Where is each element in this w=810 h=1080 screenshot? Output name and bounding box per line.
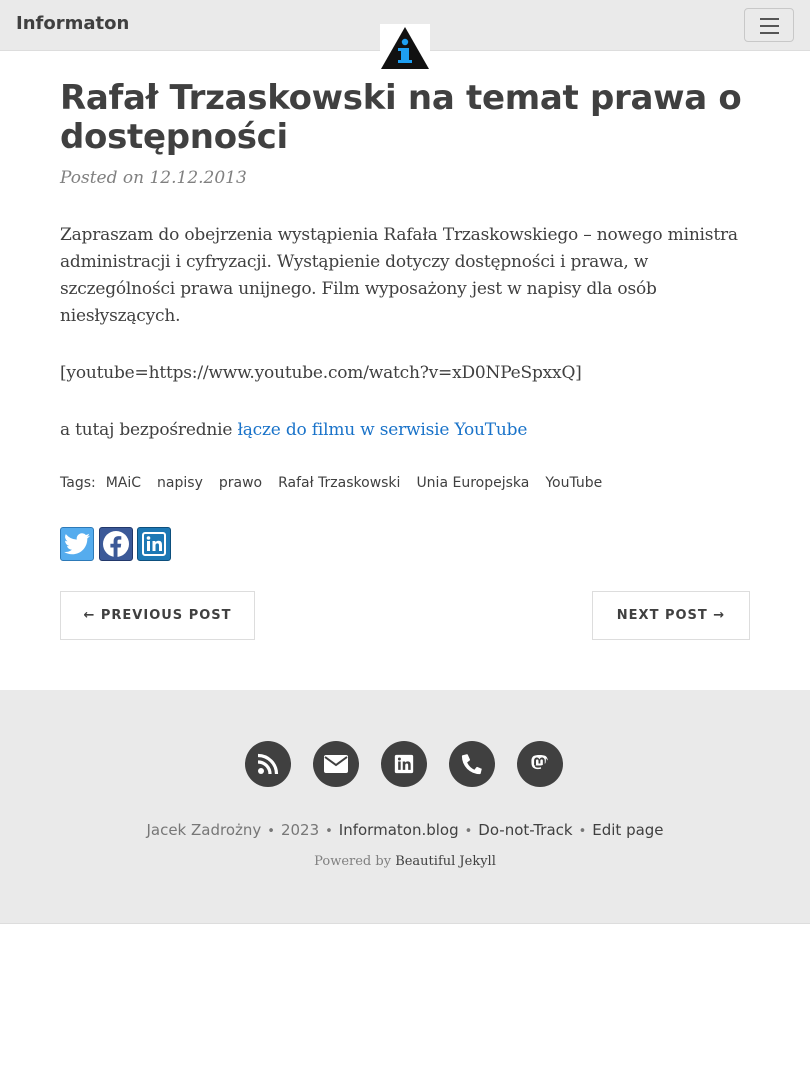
post-title: Rafał Trzaskowski na temat prawa o dostę…: [60, 78, 742, 157]
email-link[interactable]: [313, 741, 359, 787]
hamburger-line: [760, 25, 779, 27]
powered-by-prefix: Powered by: [314, 854, 392, 869]
brand-link[interactable]: Informaton: [16, 13, 129, 34]
previous-post-button[interactable]: ← PREVIOUS POST: [60, 591, 255, 640]
menu-toggle-button[interactable]: [744, 8, 794, 42]
separator-dot: •: [464, 824, 473, 839]
separator-dot: •: [578, 824, 587, 839]
hamburger-menu-icon: [760, 18, 779, 20]
facebook-icon: [103, 531, 129, 557]
rss-link[interactable]: [245, 741, 291, 787]
post-paragraph: Zapraszam do obejrzenia wystąpienia Rafa…: [60, 225, 738, 326]
separator-dot: •: [267, 824, 275, 839]
separator-dot: •: [325, 824, 333, 839]
linkedin-icon: [142, 532, 166, 556]
tag-link[interactable]: Rafał Trzaskowski: [278, 475, 400, 491]
tag-link[interactable]: Unia Europejska: [416, 475, 529, 491]
share-twitter-button[interactable]: [60, 527, 94, 561]
information-triangle-logo[interactable]: [380, 24, 430, 72]
footer-dnt-link[interactable]: Do-not-Track: [478, 821, 572, 839]
rss-icon: [257, 753, 279, 775]
tag-link[interactable]: napisy: [157, 475, 203, 491]
post-meta: Posted on 12.12.2013: [60, 168, 247, 188]
powered-by: Powered by Beautiful Jekyll: [0, 854, 810, 869]
youtube-shortcode: [youtube=https://www.youtube.com/watch?v…: [60, 363, 582, 383]
twitter-icon: [64, 533, 90, 555]
tags-label: Tags:: [60, 475, 96, 491]
envelope-icon: [324, 755, 348, 773]
tags-list: Tags: MAiC napisy prawo Rafał Trzaskowsk…: [60, 475, 602, 491]
phone-icon: [461, 754, 483, 775]
footer-year: 2023: [280, 821, 320, 839]
footer-copyright: Jacek Zadrożny • 2023 • Informaton.blog • Do-n…: [0, 821, 810, 839]
footer-site-link[interactable]: Informaton.blog: [339, 821, 459, 839]
footer-author: Jacek Zadrożny: [146, 821, 262, 839]
tag-link[interactable]: MAiC: [106, 475, 141, 491]
link-intro-text: a tutaj bezpośrednie: [60, 420, 233, 440]
linkedin-icon: [394, 754, 414, 774]
footer-edit-page-link[interactable]: Edit page: [592, 821, 663, 839]
share-linkedin-button[interactable]: [137, 527, 171, 561]
footer: Jacek Zadrożny • 2023 • Informaton.blog • Do-n…: [0, 690, 810, 924]
beautiful-jekyll-link[interactable]: Beautiful Jekyll: [395, 854, 496, 869]
linkedin-profile-link[interactable]: [381, 741, 427, 787]
tag-link[interactable]: prawo: [219, 475, 262, 491]
post-paragraph-link: a tutaj bezpośrednie łącze do filmu w se…: [60, 417, 750, 444]
hamburger-line: [760, 32, 779, 34]
next-post-button[interactable]: NEXT POST →: [592, 591, 750, 640]
tag-link[interactable]: YouTube: [545, 475, 602, 491]
mastodon-icon: [531, 755, 548, 770]
phone-link[interactable]: [449, 741, 495, 787]
youtube-link[interactable]: łącze do filmu w serwisie YouTube: [237, 420, 527, 440]
mastodon-link[interactable]: [517, 741, 563, 787]
share-facebook-button[interactable]: [99, 527, 133, 561]
